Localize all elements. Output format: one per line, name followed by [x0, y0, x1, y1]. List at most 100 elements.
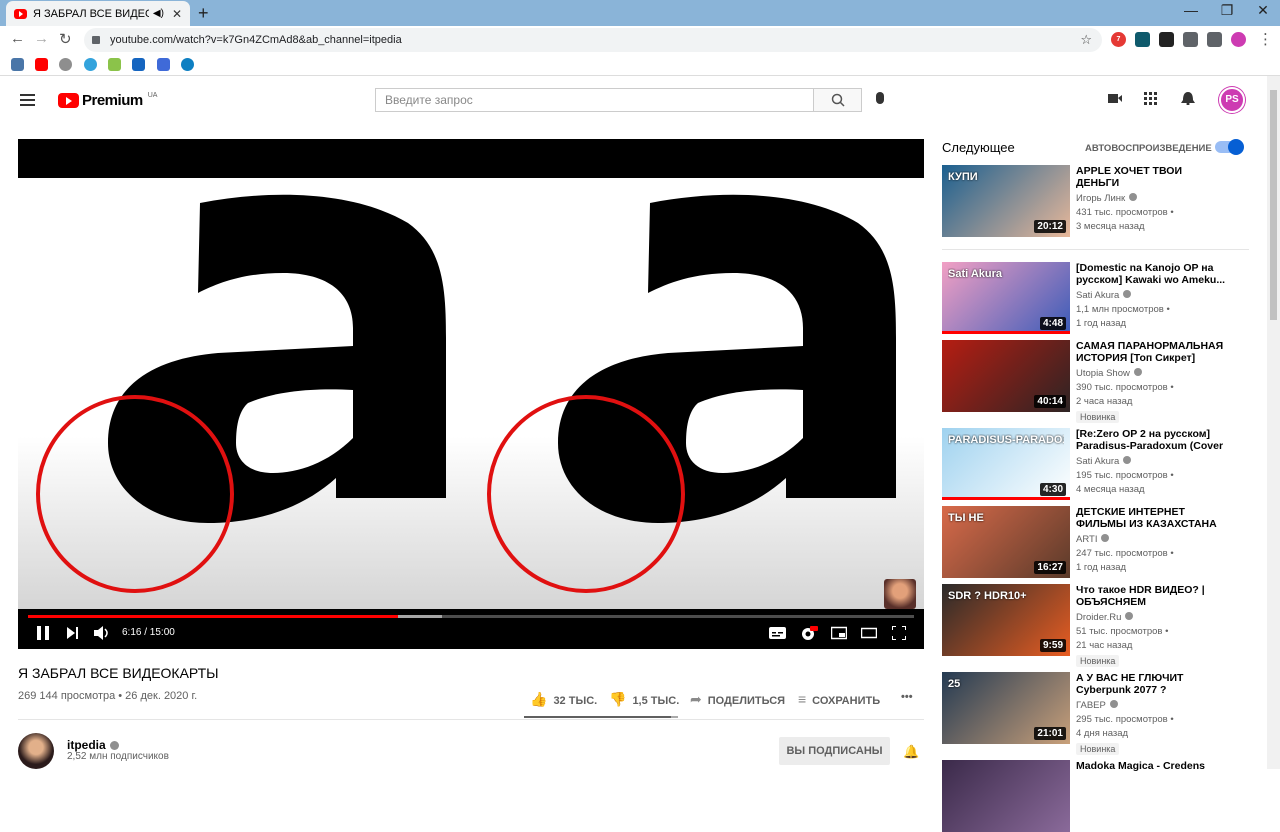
- recommendation-thumbnail[interactable]: Sati Akura 4:48: [942, 262, 1070, 334]
- browser-tab[interactable]: Я ЗАБРАЛ ВСЕ ВИДЕОКАРТЫ ◀) ✕: [6, 1, 190, 26]
- extension-sm-icon[interactable]: [1159, 32, 1174, 47]
- create-video-icon[interactable]: [1108, 92, 1122, 105]
- miniplayer-icon[interactable]: [831, 626, 847, 640]
- recommendation-item[interactable]: 40:14 САМАЯ ПАРАНОРМАЛЬНАЯ ИСТОРИЯ [Топ С…: [942, 340, 1262, 423]
- subtitles-icon[interactable]: [769, 626, 786, 640]
- progress-bar[interactable]: [28, 615, 914, 618]
- apple-bookmark-icon[interactable]: [59, 58, 72, 71]
- extensions-puzzle-icon[interactable]: [1183, 32, 1198, 47]
- recommendation-title[interactable]: А У ВАС НЕ ГЛЮЧИТ Cyberpunk 2077 ?: [1076, 672, 1226, 696]
- recommendation-channel-row[interactable]: Utopia Show: [1076, 368, 1142, 379]
- recommendation-channel[interactable]: ГАВЕР: [1076, 700, 1106, 711]
- dislike-button[interactable]: 👎 1,5 ТЫС.: [609, 691, 679, 708]
- x-bookmark-icon[interactable]: [181, 58, 194, 71]
- guide-menu-icon[interactable]: [20, 94, 35, 106]
- forward-arrow-icon[interactable]: →: [34, 30, 49, 47]
- recommendation-thumbnail[interactable]: 40:14: [942, 340, 1070, 412]
- more-actions-button[interactable]: •••: [901, 691, 913, 703]
- recommendation-channel-row[interactable]: Sati Akura: [1076, 290, 1132, 301]
- recommendation-thumbnail[interactable]: 25 21:01: [942, 672, 1070, 744]
- account-avatar[interactable]: PS: [1219, 87, 1245, 113]
- notification-bell-icon[interactable]: 🔔: [903, 744, 919, 760]
- recommendation-channel[interactable]: Игорь Линк: [1076, 193, 1125, 204]
- page-scrollbar[interactable]: [1267, 76, 1280, 769]
- recommendation-thumbnail[interactable]: КУПИ 20:12: [942, 165, 1070, 237]
- next-video-icon[interactable]: [66, 626, 80, 640]
- new-tab-button[interactable]: +: [198, 3, 209, 24]
- url-bar[interactable]: youtube.com/watch?v=k7Gn4ZCmAd8&ab_chann…: [84, 28, 1102, 52]
- back-arrow-icon[interactable]: ←: [10, 30, 25, 47]
- recommendation-title[interactable]: Что такое HDR ВИДЕО? | ОБЪЯСНЯЕМ: [1076, 584, 1226, 608]
- recommendation-channel[interactable]: Sati Akura: [1076, 456, 1119, 467]
- youtube-premium-logo[interactable]: Premium UA: [58, 92, 157, 109]
- autoplay-toggle[interactable]: [1215, 139, 1244, 155]
- scrollbar-thumb[interactable]: [1270, 90, 1277, 320]
- voice-search-icon[interactable]: [876, 92, 884, 104]
- send-bookmark-icon[interactable]: [157, 58, 170, 71]
- recommendation-channel[interactable]: Droider.Ru: [1076, 612, 1121, 623]
- recommendation-channel[interactable]: ARTI: [1076, 534, 1097, 545]
- like-button[interactable]: 👍 32 ТЫС.: [530, 691, 597, 708]
- recommendation-channel[interactable]: Utopia Show: [1076, 368, 1130, 379]
- recommendation-thumbnail[interactable]: PARADISUS-PARADOXUM 4:30: [942, 428, 1070, 500]
- recommendation-channel-row[interactable]: Игорь Линк: [1076, 193, 1138, 204]
- recommendation-item[interactable]: PARADISUS-PARADOXUM 4:30 [Re:Zero OP 2 на …: [942, 428, 1262, 500]
- subscriber-count: 2,52 млн подписчиков: [67, 751, 169, 762]
- apps-grid-icon[interactable]: [1144, 92, 1158, 105]
- bookmark-star-icon[interactable]: ☆: [1080, 32, 1092, 48]
- extension-delta-icon[interactable]: [1135, 32, 1150, 47]
- recommendation-item[interactable]: SDR ? HDR10+ 9:59 Что такое HDR ВИДЕО? | О…: [942, 584, 1262, 667]
- recommendation-item[interactable]: ТЫ НЕ 16:27 ДЕТСКИЕ ИНТЕРНЕТ ФИЛЬМЫ ИЗ КАЗ…: [942, 506, 1262, 578]
- recommendation-item[interactable]: КУПИ 20:12 APPLE ХОЧЕТ ТВОИ ДЕНЬГИ Игорь Ли…: [942, 165, 1262, 237]
- notifications-bell-icon[interactable]: [1181, 92, 1195, 105]
- save-button[interactable]: ≡ СОХРАНИТЬ: [798, 691, 880, 707]
- edit-bookmark-icon[interactable]: [132, 58, 145, 71]
- tab-close-icon[interactable]: ✕: [172, 7, 182, 21]
- channel-avatar[interactable]: [18, 733, 54, 769]
- recommendation-title[interactable]: САМАЯ ПАРАНОРМАЛЬНАЯ ИСТОРИЯ [Топ Сикрет…: [1076, 340, 1226, 364]
- channel-name-row[interactable]: itpedia: [67, 738, 119, 752]
- profile-icon[interactable]: [1231, 32, 1246, 47]
- sentiment-bar-likes: [524, 716, 672, 718]
- recommendation-item[interactable]: Sati Akura 4:48 [Domestic na Kanojo OP на …: [942, 262, 1262, 334]
- subscribed-button[interactable]: ВЫ ПОДПИСАНЫ: [779, 737, 890, 765]
- search-button[interactable]: [813, 88, 862, 112]
- recommendation-channel[interactable]: Sati Akura: [1076, 290, 1119, 301]
- channel-watermark[interactable]: [884, 579, 916, 609]
- globe-bookmark-icon[interactable]: [84, 58, 97, 71]
- theater-mode-icon[interactable]: [861, 626, 877, 640]
- browser-menu-icon[interactable]: ⋮: [1258, 30, 1273, 48]
- search-input[interactable]: Введите запрос: [375, 88, 814, 112]
- duration-badge: 4:30: [1039, 483, 1066, 496]
- youtube-bookmark-icon[interactable]: [35, 58, 48, 71]
- channel-name[interactable]: itpedia: [67, 738, 106, 752]
- recommendation-thumbnail[interactable]: [942, 760, 1070, 832]
- recommendation-title[interactable]: APPLE ХОЧЕТ ТВОИ ДЕНЬГИ: [1076, 165, 1226, 189]
- video-player[interactable]: 6:16 / 15:00: [18, 139, 924, 649]
- audio-playing-icon[interactable]: ◀): [153, 8, 164, 19]
- fullscreen-icon[interactable]: [892, 626, 906, 640]
- pause-icon[interactable]: [36, 626, 50, 640]
- recommendation-thumbnail[interactable]: ТЫ НЕ 16:27: [942, 506, 1070, 578]
- settings-gear-icon[interactable]: [800, 626, 818, 642]
- volume-icon[interactable]: [94, 626, 110, 640]
- logo-text: Premium: [82, 92, 143, 109]
- reload-icon[interactable]: ↻: [59, 30, 72, 48]
- close-window-button[interactable]: ✕: [1240, 2, 1280, 19]
- vk-bookmark-icon[interactable]: [11, 58, 24, 71]
- a-bookmark-icon[interactable]: [108, 58, 121, 71]
- recommendation-title[interactable]: Madoka Magica - Credens: [1076, 760, 1226, 772]
- recommendation-title[interactable]: [Domestic na Kanojo OP на русском] Kawak…: [1076, 262, 1226, 286]
- extension-adblock-icon[interactable]: 7: [1111, 32, 1126, 47]
- recommendation-channel-row[interactable]: ARTI: [1076, 534, 1110, 545]
- recommendation-channel-row[interactable]: ГАВЕР: [1076, 700, 1118, 711]
- recommendation-title[interactable]: [Re:Zero OP 2 на русском] Paradisus-Para…: [1076, 428, 1226, 452]
- recommendation-item[interactable]: 25 21:01 А У ВАС НЕ ГЛЮЧИТ Cyberpunk 2077 …: [942, 672, 1262, 755]
- recommendation-item[interactable]: Madoka Magica - Credens: [942, 760, 1262, 832]
- recommendation-thumbnail[interactable]: SDR ? HDR10+ 9:59: [942, 584, 1070, 656]
- recommendation-title[interactable]: ДЕТСКИЕ ИНТЕРНЕТ ФИЛЬМЫ ИЗ КАЗАХСТАНА: [1076, 506, 1226, 530]
- media-control-icon[interactable]: [1207, 32, 1222, 47]
- recommendation-channel-row[interactable]: Droider.Ru: [1076, 612, 1134, 623]
- recommendation-channel-row[interactable]: Sati Akura: [1076, 456, 1132, 467]
- share-button[interactable]: ➦ ПОДЕЛИТЬСЯ: [690, 691, 785, 708]
